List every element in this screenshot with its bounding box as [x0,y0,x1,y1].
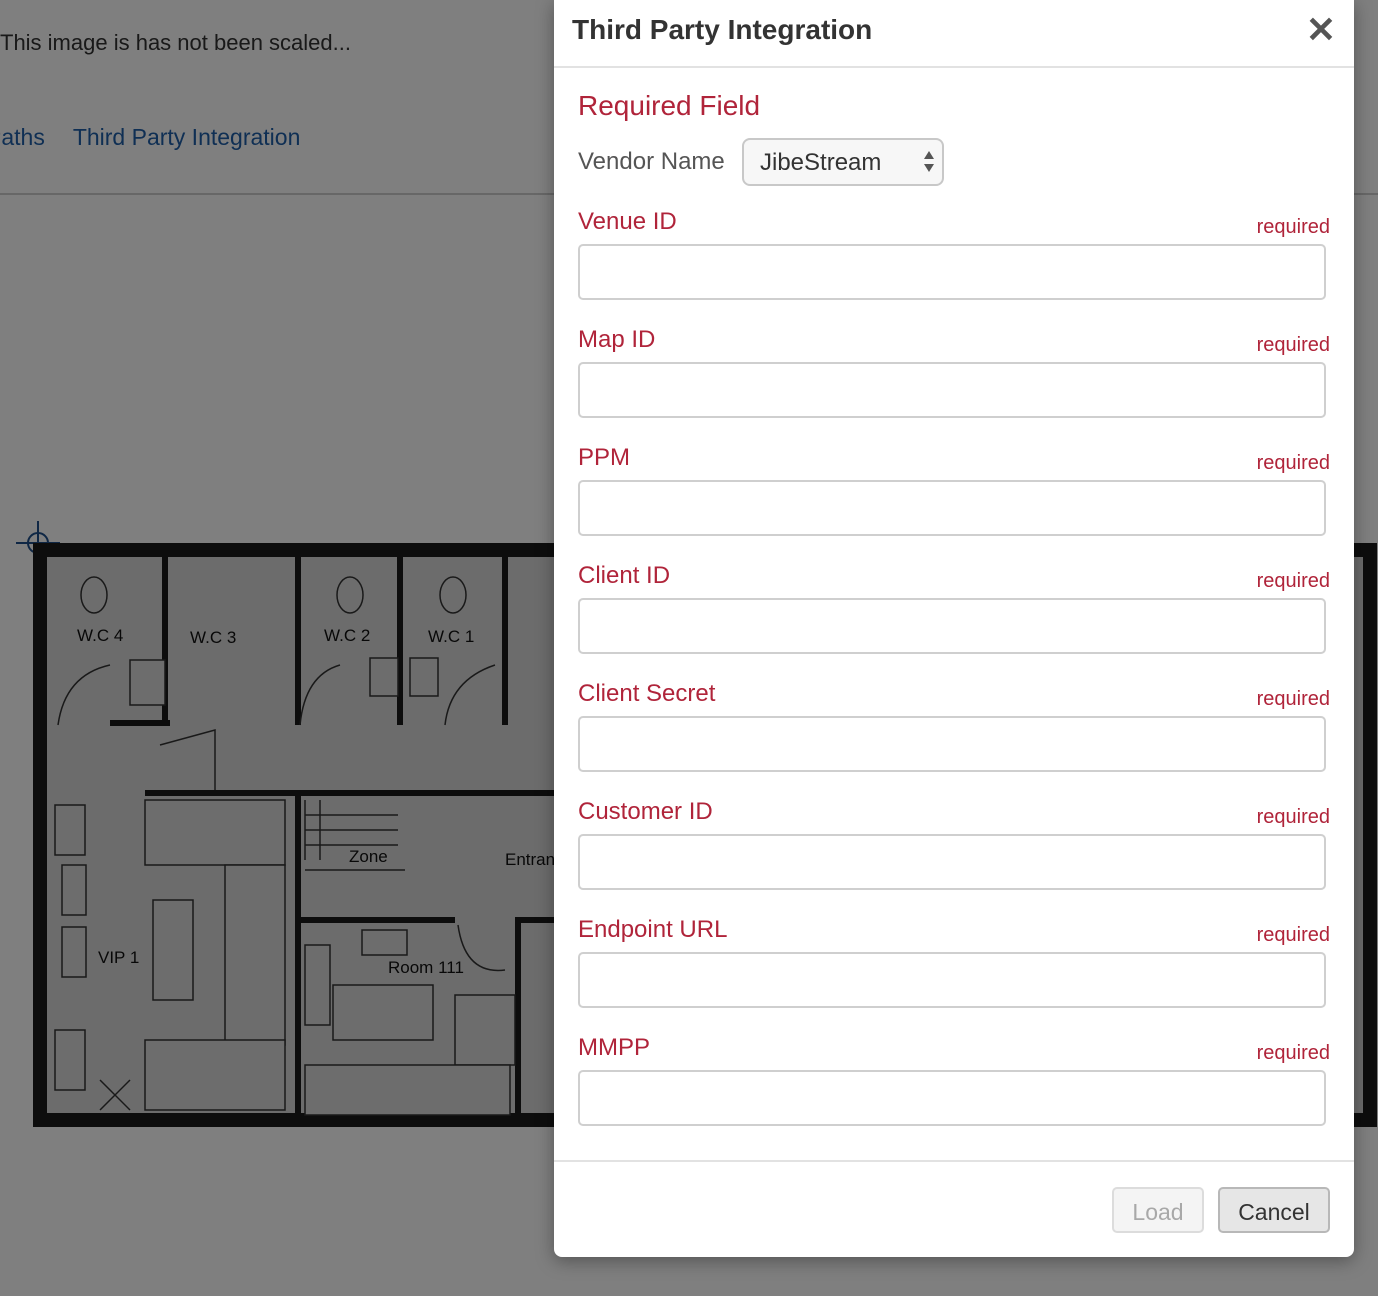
field-label: PPM [578,444,631,471]
close-icon[interactable]: ✕ [1306,8,1336,52]
modal-header: Third Party Integration ✕ [554,0,1354,68]
required-indicator: required [1256,334,1330,356]
required-indicator: required [1256,924,1330,946]
load-button[interactable]: Load [1112,1187,1204,1233]
modal-title: Third Party Integration [572,14,873,45]
vendor-name-label: Vendor Name [578,148,725,175]
required-indicator: required [1256,1042,1330,1064]
cancel-button[interactable]: Cancel [1218,1187,1330,1233]
field-label: Venue ID [578,208,677,235]
select-arrows-icon [924,151,934,172]
field-label: Client Secret [578,680,716,707]
field-label: Endpoint URL [578,916,728,943]
ppm-input[interactable] [578,480,1326,536]
required-indicator: required [1256,806,1330,828]
field-label: Customer ID [578,798,713,825]
vendor-name-value: JibeStream [760,149,882,176]
client-secret-input[interactable] [578,716,1326,772]
required-field-heading: Required Field [578,90,761,121]
vendor-name-select[interactable]: JibeStream [742,138,944,186]
mmpp-input[interactable] [578,1070,1326,1126]
required-indicator: required [1256,452,1330,474]
endpoint-url-input[interactable] [578,952,1326,1008]
required-indicator: required [1256,570,1330,592]
field-label: Map ID [578,326,656,353]
client-id-input[interactable] [578,598,1326,654]
third-party-integration-dialog: Third Party Integration ✕ Required Field… [554,0,1354,1257]
field-label: MMPP [578,1034,650,1061]
map-id-input[interactable] [578,362,1326,418]
required-indicator: required [1256,216,1330,238]
field-label: Client ID [578,562,671,589]
modal-footer: Load Cancel [554,1160,1354,1259]
customer-id-input[interactable] [578,834,1326,890]
venue-id-input[interactable] [578,244,1326,300]
required-indicator: required [1256,688,1330,710]
